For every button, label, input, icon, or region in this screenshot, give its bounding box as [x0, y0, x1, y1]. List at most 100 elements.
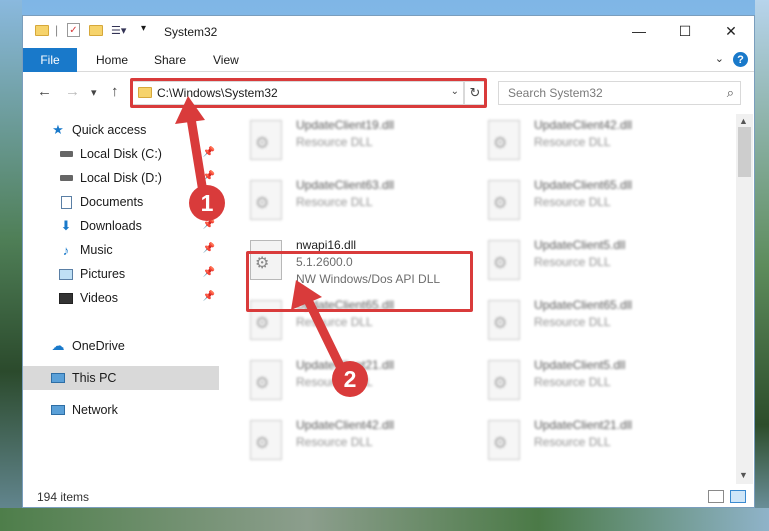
- status-bar: 194 items: [23, 486, 754, 508]
- file-item[interactable]: ⚙ UpdateClient65.dll Resource DLL: [481, 296, 701, 348]
- file-highlight-box: [246, 251, 473, 312]
- sidebar-item-videos[interactable]: Videos 📌: [23, 286, 219, 310]
- file-type: Resource DLL: [296, 375, 373, 389]
- sidebar-item-pictures[interactable]: Pictures 📌: [23, 262, 219, 286]
- file-explorer-window: | ✓ ☰▾ ▾ System32 — ☐ ✕ File Home Share …: [22, 15, 755, 508]
- close-button[interactable]: ✕: [708, 16, 754, 46]
- search-input[interactable]: Search System32: [508, 86, 603, 100]
- maximize-button[interactable]: ☐: [662, 16, 708, 46]
- file-name: UpdateClient5.dll: [534, 238, 626, 252]
- scroll-up-icon[interactable]: ▲: [739, 116, 748, 126]
- network-icon: [50, 403, 66, 417]
- sidebar-item-label: This PC: [72, 371, 117, 385]
- scroll-down-icon[interactable]: ▼: [739, 470, 748, 480]
- details-view-icon[interactable]: [708, 490, 724, 503]
- sidebar-item-label: Music: [80, 243, 113, 257]
- sidebar-item-label: Local Disk (D:): [80, 171, 162, 185]
- large-icons-view-icon[interactable]: [730, 490, 746, 503]
- pin-icon[interactable]: 📌: [203, 291, 215, 302]
- file-item[interactable]: ⚙ UpdateClient19.dll Resource DLL: [243, 116, 463, 168]
- sidebar-item-label: Network: [72, 403, 118, 417]
- file-item[interactable]: ⚙ UpdateClient63.dll Resource DLL: [243, 176, 463, 228]
- sidebar-item-local-disk-d[interactable]: Local Disk (D:) 📌: [23, 166, 219, 190]
- vertical-scrollbar[interactable]: ▲ ▼: [736, 114, 753, 484]
- dll-file-icon: ⚙: [488, 240, 520, 280]
- sidebar-item-music[interactable]: ♪ Music 📌: [23, 238, 219, 262]
- file-name: UpdateClient63.dll: [296, 178, 395, 192]
- file-name: UpdateClient42.dll: [296, 418, 395, 432]
- pictures-icon: [58, 267, 74, 281]
- dll-file-icon: ⚙: [250, 120, 282, 160]
- sidebar-item-downloads[interactable]: ⬇ Downloads 📌: [23, 214, 219, 238]
- file-item[interactable]: ⚙ UpdateClient42.dll Resource DLL: [481, 116, 701, 168]
- sidebar-item-label: Documents: [80, 195, 144, 209]
- sidebar-item-network[interactable]: Network: [23, 398, 219, 422]
- star-icon: ★: [52, 122, 64, 137]
- file-type: Resource DLL: [534, 255, 611, 269]
- file-type: Resource DLL: [534, 315, 611, 329]
- sidebar-item-label: Pictures: [80, 267, 126, 281]
- file-item[interactable]: ⚙ UpdateClient65.dll Resource DLL: [481, 176, 701, 228]
- separator-icon: |: [55, 23, 59, 37]
- file-item[interactable]: ⚙ UpdateClient5.dll Resource DLL: [481, 236, 701, 288]
- file-name: UpdateClient19.dll: [296, 118, 395, 132]
- search-icon: ⌕: [726, 85, 734, 100]
- quick-access-dropdown-icon[interactable]: ▾: [141, 23, 146, 34]
- music-icon: ♪: [62, 242, 70, 258]
- pin-icon[interactable]: 📌: [203, 267, 215, 278]
- sidebar-item-quick-access[interactable]: ★ Quick access: [23, 118, 219, 142]
- scrollbar-thumb[interactable]: [738, 127, 751, 177]
- navigation-pane: ★ Quick access Local Disk (C:) 📌 Local D…: [23, 114, 219, 484]
- cloud-icon: ☁: [51, 338, 65, 353]
- dll-file-icon: ⚙: [250, 420, 282, 460]
- file-type: Resource DLL: [534, 435, 611, 449]
- help-button[interactable]: ?: [733, 52, 748, 67]
- up-button[interactable]: ↑: [111, 83, 119, 100]
- file-item[interactable]: ⚙ UpdateClient5.dll Resource DLL: [481, 356, 701, 408]
- search-box[interactable]: Search System32 ⌕: [498, 81, 741, 105]
- file-item[interactable]: ⚙ UpdateClient42.dll Resource DLL: [243, 416, 463, 468]
- sidebar-item-onedrive[interactable]: ☁ OneDrive: [23, 334, 219, 358]
- tab-view[interactable]: View: [213, 53, 239, 67]
- folder-icon: [35, 25, 49, 36]
- sidebar-item-this-pc[interactable]: This PC: [23, 366, 219, 390]
- tab-file[interactable]: File: [23, 48, 77, 72]
- file-item[interactable]: ⚙ UpdateClient21.dll Resource DLL: [481, 416, 701, 468]
- file-name: UpdateClient21.dll: [534, 418, 633, 432]
- file-name: UpdateClient65.dll: [534, 178, 633, 192]
- pin-icon[interactable]: 📌: [203, 219, 215, 230]
- sidebar-item-documents[interactable]: Documents 📌: [23, 190, 219, 214]
- title-bar: | ✓ ☰▾ ▾ System32 — ☐ ✕: [23, 16, 754, 47]
- videos-icon: [58, 291, 74, 305]
- minimize-button[interactable]: —: [616, 16, 662, 46]
- forward-button[interactable]: →: [65, 83, 80, 100]
- customize-toolbar-icon[interactable]: ☰▾: [111, 24, 126, 37]
- dll-file-icon: ⚙: [250, 360, 282, 400]
- expand-ribbon-icon[interactable]: ⌄: [715, 52, 724, 65]
- pin-icon[interactable]: 📌: [203, 243, 215, 254]
- new-folder-icon[interactable]: [89, 25, 103, 36]
- tab-home[interactable]: Home: [96, 53, 128, 67]
- back-button[interactable]: ←: [37, 83, 52, 100]
- file-type: Resource DLL: [534, 135, 611, 149]
- file-name: UpdateClient42.dll: [534, 118, 633, 132]
- dll-file-icon: ⚙: [488, 180, 520, 220]
- sidebar-item-label: Local Disk (C:): [80, 147, 162, 161]
- sidebar-item-local-disk-c[interactable]: Local Disk (C:) 📌: [23, 142, 219, 166]
- navigation-bar: ← → ▾ ↑ C:\Windows\System32 ⌄ ↻ Search S…: [23, 78, 754, 108]
- recent-locations-button[interactable]: ▾: [91, 86, 97, 99]
- tab-share[interactable]: Share: [154, 53, 186, 67]
- computer-icon: [50, 371, 66, 385]
- file-type: Resource DLL: [534, 375, 611, 389]
- dll-file-icon: ⚙: [488, 420, 520, 460]
- file-name: UpdateClient5.dll: [534, 358, 626, 372]
- pin-icon[interactable]: 📌: [203, 147, 215, 158]
- file-item[interactable]: ⚙ UpdateClient21.dll Resource DLL: [243, 356, 463, 408]
- file-type: Resource DLL: [534, 195, 611, 209]
- desktop-background-right: [755, 0, 769, 531]
- file-list: ⚙ UpdateClient19.dll Resource DLL ⚙ Upda…: [219, 114, 738, 484]
- drive-icon: [58, 147, 74, 161]
- properties-icon[interactable]: ✓: [67, 23, 80, 37]
- pin-icon[interactable]: 📌: [203, 171, 215, 182]
- pin-icon[interactable]: 📌: [203, 195, 215, 206]
